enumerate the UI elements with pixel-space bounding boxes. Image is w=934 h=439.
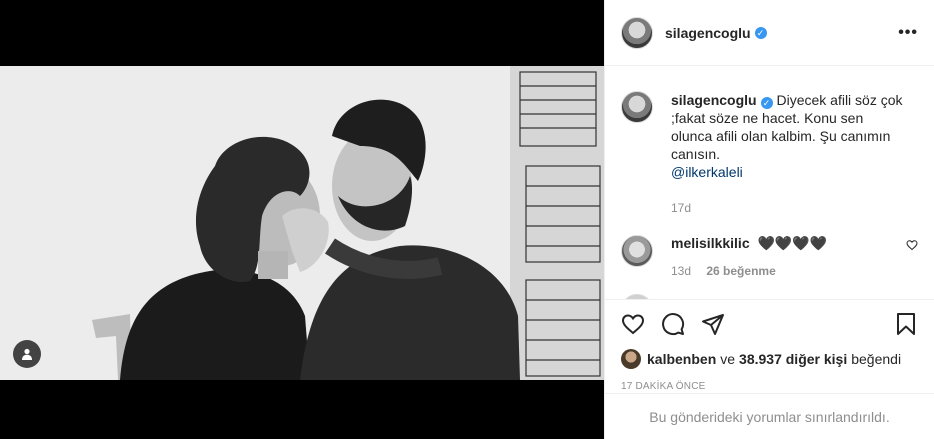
share-icon[interactable] [701,312,725,336]
comment-icon[interactable] [661,312,685,336]
more-icon[interactable]: ••• [898,24,918,42]
comment-avatar[interactable] [621,235,653,267]
caption-body: silagencoglu ✓ Diyecek afili söz çok ;fak… [671,91,907,217]
comment-meta: 13d 26 beğenme [671,264,906,278]
likes-suffix: beğendi [851,351,902,367]
likes-count[interactable]: 38.937 diğer kişi [739,351,847,367]
comment-username[interactable]: melisilkkilic [671,235,750,251]
comment-body: melisilkkilic 🖤🖤🖤🖤 13d 26 beğenme [671,235,906,278]
post-timestamp[interactable]: 17 DAKİKA ÖNCE [621,381,918,392]
comments-limited-notice: Bu gönderideki yorumlar sınırlandırıldı. [605,393,934,439]
comment-item: melisilkkilic 🖤🖤🖤🖤 13d 26 beğenme [621,235,918,278]
liker-avatar[interactable] [621,349,641,369]
action-icons [621,308,918,340]
post-username[interactable]: silagencoglu [665,25,751,41]
post-media[interactable] [0,0,604,439]
caption-avatar[interactable] [621,91,653,123]
caption-time[interactable]: 17d [671,199,907,217]
verified-icon: ✓ [760,97,773,109]
comment-text: 🖤🖤🖤🖤 [757,235,828,251]
likes-connector: ve [720,351,736,367]
user-tag-icon [22,348,32,360]
comment-likes[interactable]: 26 beğenme [706,264,775,278]
user-tag-button[interactable] [13,340,41,368]
heart-icon[interactable] [621,312,645,336]
liker-username[interactable]: kalbenben [647,351,716,367]
post-photo [0,66,604,380]
likes-summary: kalbenben ve 38.937 diğer kişi beğendi [621,349,918,369]
heart-icon[interactable] [906,239,918,251]
caption-username[interactable]: silagencoglu [671,92,757,108]
verified-icon: ✓ [754,26,767,39]
avatar[interactable] [621,16,653,49]
caption-mention[interactable]: @ilkerkaleli [671,164,743,180]
bookmark-icon[interactable] [894,312,918,336]
comment-time[interactable]: 13d [671,264,691,278]
post-side-panel: silagencoglu ✓ ••• silagencoglu ✓ Diyecek… [604,0,934,439]
caption: silagencoglu ✓ Diyecek afili söz çok ;fak… [621,67,918,217]
comments-list[interactable]: silagencoglu ✓ Diyecek afili söz çok ;fak… [605,67,934,299]
post-header: silagencoglu ✓ ••• [605,0,934,66]
